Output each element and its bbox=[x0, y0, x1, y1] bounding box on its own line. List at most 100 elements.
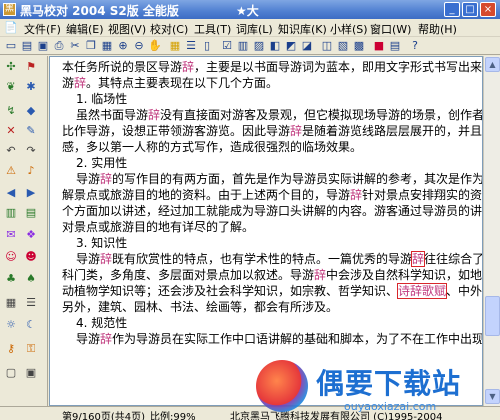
redo-icon[interactable]: ↷ bbox=[24, 144, 38, 158]
spade-icon[interactable]: ♠ bbox=[24, 272, 38, 286]
open-icon[interactable]: ▤ bbox=[20, 39, 34, 53]
mark-left-icon[interactable]: ✕ bbox=[4, 124, 18, 138]
page-icon[interactable]: ▯ bbox=[200, 39, 214, 53]
replace-icon[interactable]: ◪ bbox=[300, 39, 314, 53]
menu-file-icon[interactable]: 📄 bbox=[4, 21, 18, 34]
grid-left-icon[interactable]: ▦ bbox=[4, 296, 18, 310]
vertical-scrollbar[interactable]: ▲ ▼ bbox=[483, 56, 500, 406]
keyword-highlight: 辞 bbox=[74, 76, 87, 90]
scroll-thumb[interactable] bbox=[485, 296, 500, 336]
menu-proofread[interactable]: 校对(C) bbox=[150, 21, 188, 37]
minimize-button[interactable]: _ bbox=[444, 2, 460, 17]
puzzle-icon[interactable]: ✣ bbox=[4, 60, 18, 74]
copy-icon[interactable]: ❐ bbox=[84, 39, 98, 53]
pencil-icon[interactable]: ✎ bbox=[24, 124, 38, 138]
spell-icon[interactable]: ◫ bbox=[320, 39, 334, 53]
text-segment: 对景点或旅游目的地有详尽的了解。 bbox=[62, 220, 255, 234]
arrow-icon[interactable]: ↯ bbox=[4, 104, 18, 118]
sun-icon[interactable]: ☼ bbox=[4, 318, 18, 332]
text-segment: 科门类，多角度、多层面对景点加以叙述。导游 bbox=[62, 268, 315, 282]
section-heading: 4. 规范性 bbox=[62, 315, 482, 331]
flagged-word[interactable]: 诗辞歌赋 bbox=[397, 283, 448, 299]
warn-icon[interactable]: ⚠ bbox=[4, 164, 18, 178]
help-icon[interactable]: ? bbox=[408, 39, 422, 53]
leaf-icon[interactable]: ❦ bbox=[4, 80, 18, 94]
text-segment: 另外，建筑、园林、书法、绘画等，都会有所涉及。 bbox=[62, 300, 339, 314]
mark-icon[interactable]: ■ bbox=[372, 39, 386, 53]
bell-icon[interactable]: ♪ bbox=[24, 164, 38, 178]
menu-lexicon[interactable]: 词库(L) bbox=[236, 21, 273, 37]
flagged-word[interactable]: 辞 bbox=[411, 251, 426, 267]
menu-edit[interactable]: 编辑(E) bbox=[66, 21, 104, 37]
person-icon[interactable]: ☺ bbox=[4, 250, 18, 264]
text-segment: 3. 知识性 bbox=[76, 236, 128, 250]
save-icon[interactable]: ▣ bbox=[36, 39, 50, 53]
menu-knowledge[interactable]: 知识库(K) bbox=[278, 21, 327, 37]
chart-icon[interactable]: ▨ bbox=[252, 39, 266, 53]
moon-icon[interactable]: ☾ bbox=[24, 318, 38, 332]
print-icon[interactable]: ⎙ bbox=[52, 39, 66, 53]
menu-window[interactable]: 窗口(W) bbox=[370, 21, 411, 37]
page-left-icon[interactable]: ▤ bbox=[24, 206, 38, 220]
star-icon[interactable]: ✱ bbox=[24, 80, 38, 94]
hand-icon[interactable]: ✋ bbox=[148, 39, 162, 53]
text-line: 解景点或旅游目的地的资料。由于上述两个目的，导游辞针对景点安排翔实的资料，从各 bbox=[62, 187, 482, 203]
diamond-icon[interactable]: ◆ bbox=[24, 104, 38, 118]
arrow-left-icon[interactable]: ◀ bbox=[4, 186, 18, 200]
chat-icon[interactable]: ✉ bbox=[4, 228, 18, 242]
section-heading: 3. 知识性 bbox=[62, 235, 482, 251]
flag-icon[interactable]: ⚑ bbox=[24, 60, 38, 74]
menu-proof-sample[interactable]: 小样(S) bbox=[330, 21, 368, 37]
dict-icon[interactable]: ▧ bbox=[336, 39, 350, 53]
text-segment: 解景点或旅游目的地的资料。由于上述两个目的，导游 bbox=[62, 188, 351, 202]
book-left-icon[interactable]: ▥ bbox=[4, 206, 18, 220]
document-text[interactable]: 本任务所说的景区导游辞，主要是以书面导游词为蓝本，即用文字形式书写出来的导 游辞。… bbox=[62, 59, 482, 347]
menu-view[interactable]: 视图(V) bbox=[108, 21, 146, 37]
grid-icon[interactable]: ▦ bbox=[168, 39, 182, 53]
book-icon[interactable]: ▩ bbox=[352, 39, 366, 53]
app-icon[interactable]: 黑 bbox=[3, 3, 16, 16]
document-area[interactable]: 本任务所说的景区导游辞，主要是以书面导游词为蓝本，即用文字形式书写出来的导 游辞。… bbox=[49, 56, 483, 406]
tree-icon[interactable]: ♣ bbox=[4, 272, 18, 286]
menu-help[interactable]: 帮助(H) bbox=[418, 21, 457, 37]
text-segment: 、中外文学等； bbox=[446, 284, 482, 298]
toolbar: ▭ ▤ ▣ ⎙ ✂ ❐ ▦ ⊕ ⊖ ✋ ▦ ☰ ▯ ☑ ▥ ▨ ◧ ◩ ◪ ◫ … bbox=[0, 37, 500, 55]
watermark: 偶要下载站 ouyaoxiazai.com bbox=[248, 360, 498, 418]
text-segment: 比作导游，设想正带领游客游览。因此导游 bbox=[62, 124, 291, 138]
table-icon[interactable]: ▥ bbox=[236, 39, 250, 53]
text-segment: 中会涉及自然科学知识，如地质成因、 bbox=[326, 268, 482, 282]
text-segment: 本任务所说的景区导游 bbox=[62, 60, 183, 74]
close-button[interactable]: × bbox=[480, 2, 496, 17]
keyword-highlight: 辞 bbox=[100, 252, 113, 266]
undo-icon[interactable]: ↶ bbox=[4, 144, 18, 158]
text-segment: 针对景点安排翔实的资料，从各 bbox=[362, 188, 482, 202]
list-left-icon[interactable]: ☰ bbox=[24, 296, 38, 310]
check-icon[interactable]: ☑ bbox=[220, 39, 234, 53]
window-title: 黑马校对 2004 S2版 全能版 bbox=[20, 4, 179, 18]
list-icon[interactable]: ☰ bbox=[184, 39, 198, 53]
bubble-icon[interactable]: ❖ bbox=[24, 228, 38, 242]
find-icon[interactable]: ◩ bbox=[284, 39, 298, 53]
keyword-highlight: 辞 bbox=[148, 108, 161, 122]
person2-icon[interactable]: ☻ bbox=[24, 250, 38, 264]
menu-tools[interactable]: 工具(T) bbox=[194, 21, 231, 37]
bookmark-icon[interactable]: ◧ bbox=[268, 39, 282, 53]
scroll-up-button[interactable]: ▲ bbox=[485, 57, 500, 72]
scroll-icon[interactable]: ▢ bbox=[4, 366, 18, 380]
new-icon[interactable]: ▭ bbox=[4, 39, 18, 53]
text-segment: 动植物学知识等；还会涉及社会科学知识，如宗教、哲学知识、 bbox=[62, 284, 399, 298]
menu-file[interactable]: 文件(F) bbox=[24, 21, 61, 37]
lock-icon[interactable]: ⚿ bbox=[24, 342, 38, 356]
box-icon[interactable]: ▣ bbox=[24, 366, 38, 380]
note-icon[interactable]: ▤ bbox=[388, 39, 402, 53]
arrow-right-icon[interactable]: ▶ bbox=[24, 186, 38, 200]
watermark-title: 偶要下载站 bbox=[316, 367, 462, 400]
zoom-in-icon[interactable]: ⊕ bbox=[116, 39, 130, 53]
key-icon[interactable]: ⚷ bbox=[4, 342, 18, 356]
maximize-button[interactable]: □ bbox=[462, 2, 478, 17]
cut-icon[interactable]: ✂ bbox=[68, 39, 82, 53]
watermark-url: ouyaoxiazai.com bbox=[344, 400, 437, 413]
zoom-out-icon[interactable]: ⊖ bbox=[132, 39, 146, 53]
left-toolbar: ✣ ⚑ ❦ ✱ ↯ ◆ ✕ ✎ ↶ ↷ ⚠ ♪ ◀ ▶ ▥ ▤ ✉ ❖ ☺ ☻ … bbox=[0, 56, 48, 406]
paste-icon[interactable]: ▦ bbox=[100, 39, 114, 53]
